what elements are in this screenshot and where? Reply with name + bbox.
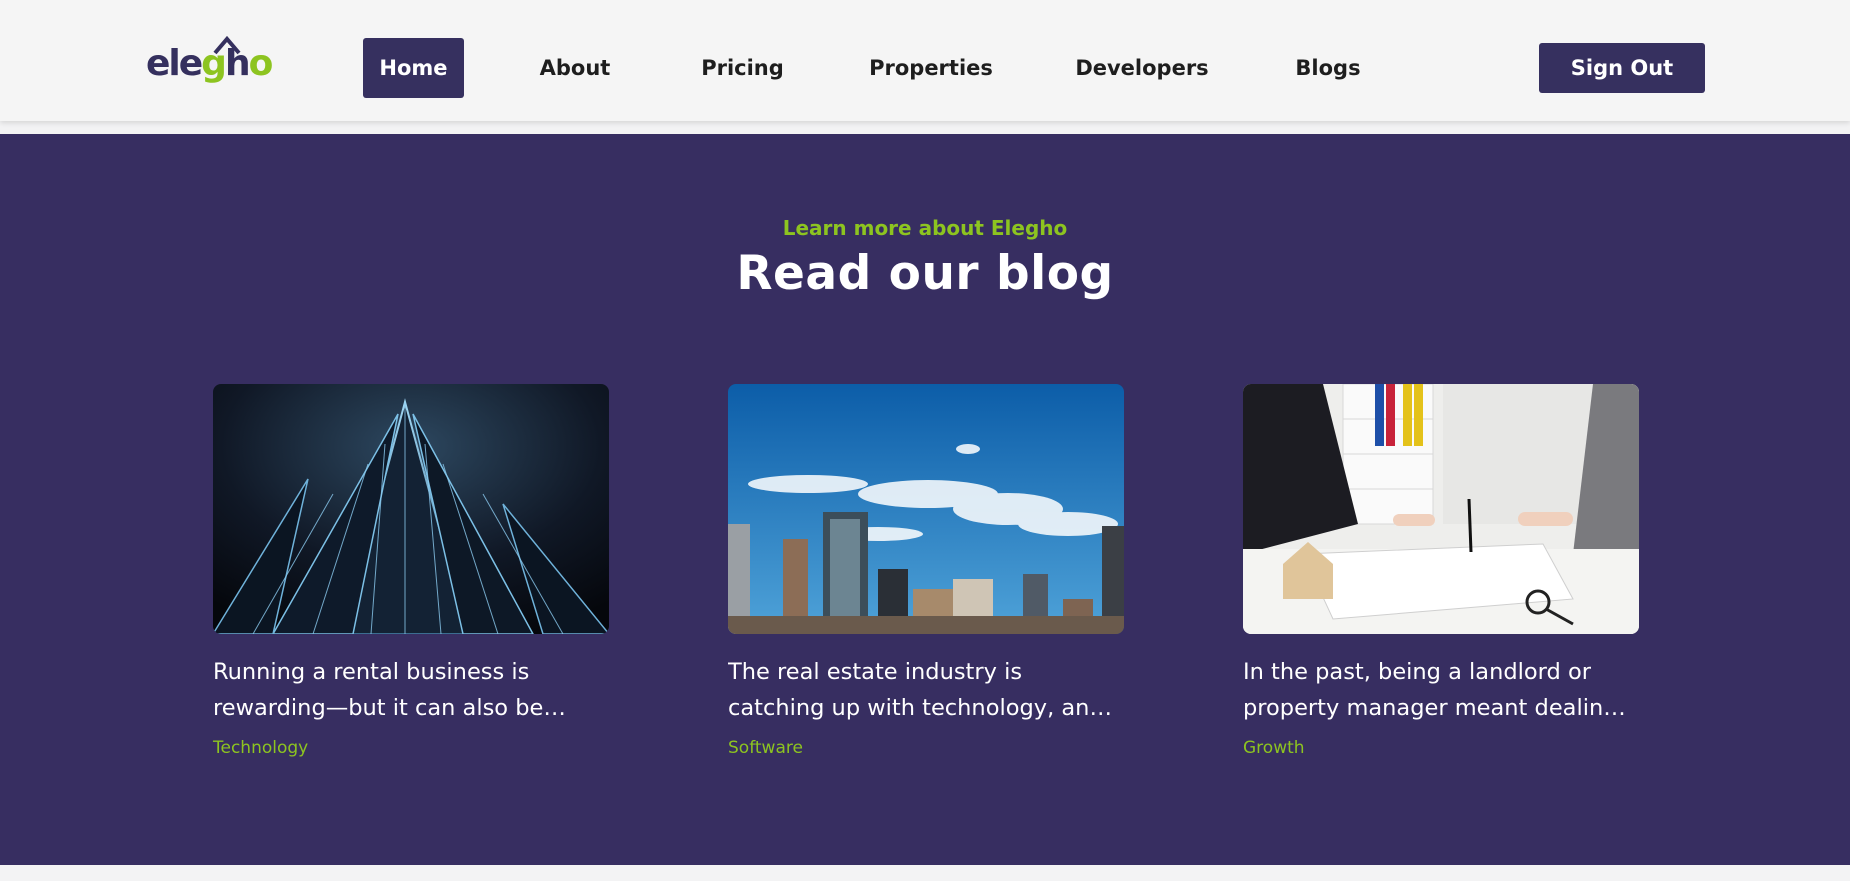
blog-card[interactable]: In the past, being a landlord or propert… xyxy=(1243,384,1639,758)
logo-wordmark: elegho xyxy=(146,43,273,84)
blog-card-category[interactable]: Technology xyxy=(213,738,609,758)
blog-card-title[interactable]: In the past, being a landlord or propert… xyxy=(1243,654,1639,726)
sign-out-button[interactable]: Sign Out xyxy=(1539,43,1705,93)
city-skyline-blue-sky-image[interactable] xyxy=(728,384,1124,634)
blog-card-category[interactable]: Software xyxy=(728,738,1124,758)
elegho-logo[interactable]: elegho xyxy=(146,34,274,90)
nav-developers[interactable]: Developers xyxy=(1075,38,1208,98)
nav-blogs[interactable]: Blogs xyxy=(1294,38,1362,98)
top-navbar: elegho Home About Pricing Properties Dev… xyxy=(0,0,1850,121)
blog-card-title[interactable]: The real estate industry is catching up … xyxy=(728,654,1124,726)
blog-card[interactable]: The real estate industry is catching up … xyxy=(728,384,1124,758)
blog-card[interactable]: Running a rental business is rewarding—b… xyxy=(213,384,609,758)
section-heading: Read our blog xyxy=(736,246,1114,301)
nav-properties[interactable]: Properties xyxy=(869,38,993,98)
nav-pricing[interactable]: Pricing xyxy=(700,38,785,98)
nav-about[interactable]: About xyxy=(534,38,616,98)
blog-card-title[interactable]: Running a rental business is rewarding—b… xyxy=(213,654,609,726)
nav-home[interactable]: Home xyxy=(363,38,464,98)
blog-section: Learn more about Elegho Read our blog Ru… xyxy=(0,134,1850,865)
blog-card-category[interactable]: Growth xyxy=(1243,738,1639,758)
section-eyebrow: Learn more about Elegho xyxy=(782,216,1068,240)
illuminated-skyscraper-night-image[interactable] xyxy=(213,384,609,634)
signing-property-contract-image[interactable] xyxy=(1243,384,1639,634)
